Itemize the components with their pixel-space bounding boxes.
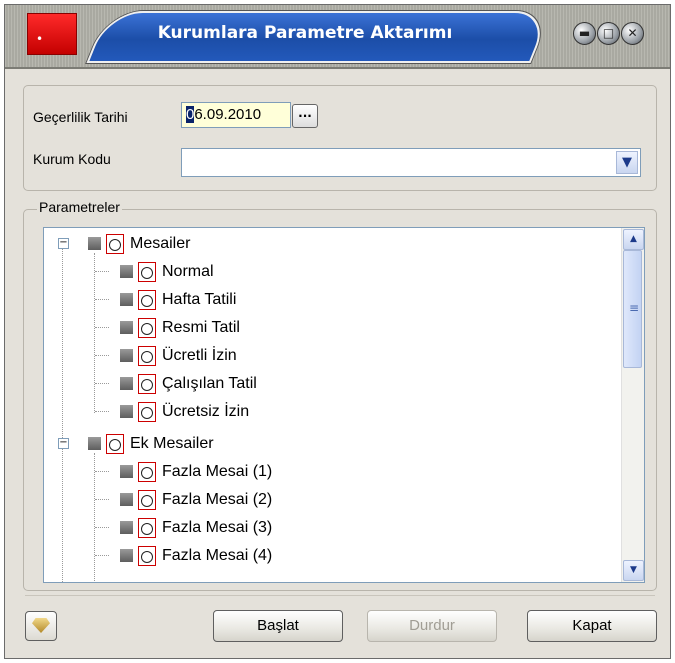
maximize-button[interactable]: □ [597,22,620,45]
date-picker-button[interactable]: ... [292,104,318,128]
validity-date-text: 6.09.2010 [194,106,262,123]
tree-node-label: Ücretli İzin [162,347,237,364]
tree-connector [95,471,109,472]
clock-icon [138,461,156,482]
tree-node-label: Fazla Mesai (2) [162,491,273,508]
clock-icon [138,345,156,366]
scroll-thumb[interactable]: ≡ [623,250,642,368]
tree-node-label: Normal [162,263,214,280]
tree-node-child[interactable]: Fazla Mesai (2) [120,486,272,513]
tree-node-child[interactable]: Ücretsiz İzin [120,398,249,425]
maximize-icon: □ [602,26,615,40]
gem-icon [32,618,50,633]
tree-node-child[interactable]: Resmi Tatil [120,314,240,341]
clock-icon [138,517,156,538]
dropdown-arrow-icon[interactable]: ▼ [616,151,638,174]
window-title: Kurumlara Parametre Aktarımı [157,23,453,43]
tree-connector [95,327,109,328]
collapse-icon[interactable]: − [58,438,69,449]
institution-code-combo[interactable]: ▼ [181,148,641,177]
tree-node-label: Ek Mesailer [130,435,214,452]
tree-connector [95,555,109,556]
minimize-icon: ▬ [578,26,591,40]
main-window: Kurumlara Parametre Aktarımı ▬ □ ✕ Geçer… [4,4,671,659]
tree-connector [95,383,109,384]
scroll-up-button[interactable]: ▲ [623,229,644,250]
checkbox[interactable] [88,237,101,251]
tree-node-parent[interactable]: Ek Mesailer [88,430,214,457]
gem-button[interactable] [25,611,57,641]
stop-button[interactable]: Durdur [367,610,497,642]
grip-icon: ≡ [629,301,640,315]
tree-connector [62,243,63,582]
clock-icon [138,401,156,422]
tree-node-label: Resmi Tatil [162,319,240,336]
clock-icon [106,433,124,454]
tree-node-child[interactable]: Çalışılan Tatil [120,370,257,397]
collapse-icon[interactable]: − [58,238,69,249]
start-button[interactable]: Başlat [213,610,343,642]
checkbox[interactable] [88,437,101,451]
tree-connector [95,499,109,500]
vertical-scrollbar[interactable]: ▲ ≡ ▼ [621,228,644,582]
tree-connector [94,453,95,582]
checkbox[interactable] [120,377,133,391]
checkbox[interactable] [120,493,133,507]
tree-node-label: Çalışılan Tatil [162,375,257,392]
tree-node-label: Mesailer [130,235,191,252]
app-icon[interactable] [27,13,77,55]
minimize-button[interactable]: ▬ [573,22,596,45]
tree-connector [95,411,109,412]
close-icon: ✕ [627,26,638,40]
tree-node-child[interactable]: Fazla Mesai (3) [120,514,272,541]
checkbox[interactable] [120,549,133,563]
tree-node-child[interactable]: Ücretli İzin [120,342,237,369]
tree-node-label: Fazla Mesai (3) [162,519,273,536]
title-bar: Kurumlara Parametre Aktarımı ▬ □ ✕ [5,5,670,69]
parameters-group-label: Parametreler [37,199,122,215]
tree-node-child[interactable]: Fazla Mesai (1) [120,458,272,485]
clock-icon [138,545,156,566]
clock-icon [106,233,124,254]
clock-icon [138,489,156,510]
tree-connector [94,253,95,413]
tree-node-child[interactable]: Normal [120,258,214,285]
close-window-button[interactable]: ✕ [621,22,644,45]
checkbox[interactable] [120,521,133,535]
tree-connector [95,355,109,356]
tree-node-label: Fazla Mesai (4) [162,547,273,564]
checkbox[interactable] [120,321,133,335]
clock-icon [138,289,156,310]
tree-connector [95,527,109,528]
validity-date-label: Geçerlilik Tarihi [33,109,128,125]
tree-node-child[interactable]: Hafta Tatili [120,286,236,313]
institution-code-label: Kurum Kodu [33,151,111,167]
checkbox[interactable] [120,293,133,307]
validity-date-input[interactable]: 06.09.2010 [181,102,291,128]
tree-node-label: Hafta Tatili [162,291,237,308]
clock-icon [138,373,156,394]
footer-divider [25,595,655,596]
checkbox[interactable] [120,349,133,363]
tree-connector [95,299,109,300]
checkbox[interactable] [120,405,133,419]
parameters-tree[interactable]: − Mesailer Normal Hafta Tatili Resmi Tat… [43,227,645,583]
scroll-down-button[interactable]: ▼ [623,560,644,581]
tree-connector [95,271,109,272]
clock-icon [138,317,156,338]
checkbox[interactable] [120,465,133,479]
tree-node-child[interactable]: Fazla Mesai (4) [120,542,272,569]
close-button[interactable]: Kapat [527,610,657,642]
clock-icon [138,261,156,282]
checkbox[interactable] [120,265,133,279]
tree-node-parent[interactable]: Mesailer [88,230,190,257]
tree-node-label: Fazla Mesai (1) [162,463,273,480]
tree-node-label: Ücretsiz İzin [162,403,250,420]
